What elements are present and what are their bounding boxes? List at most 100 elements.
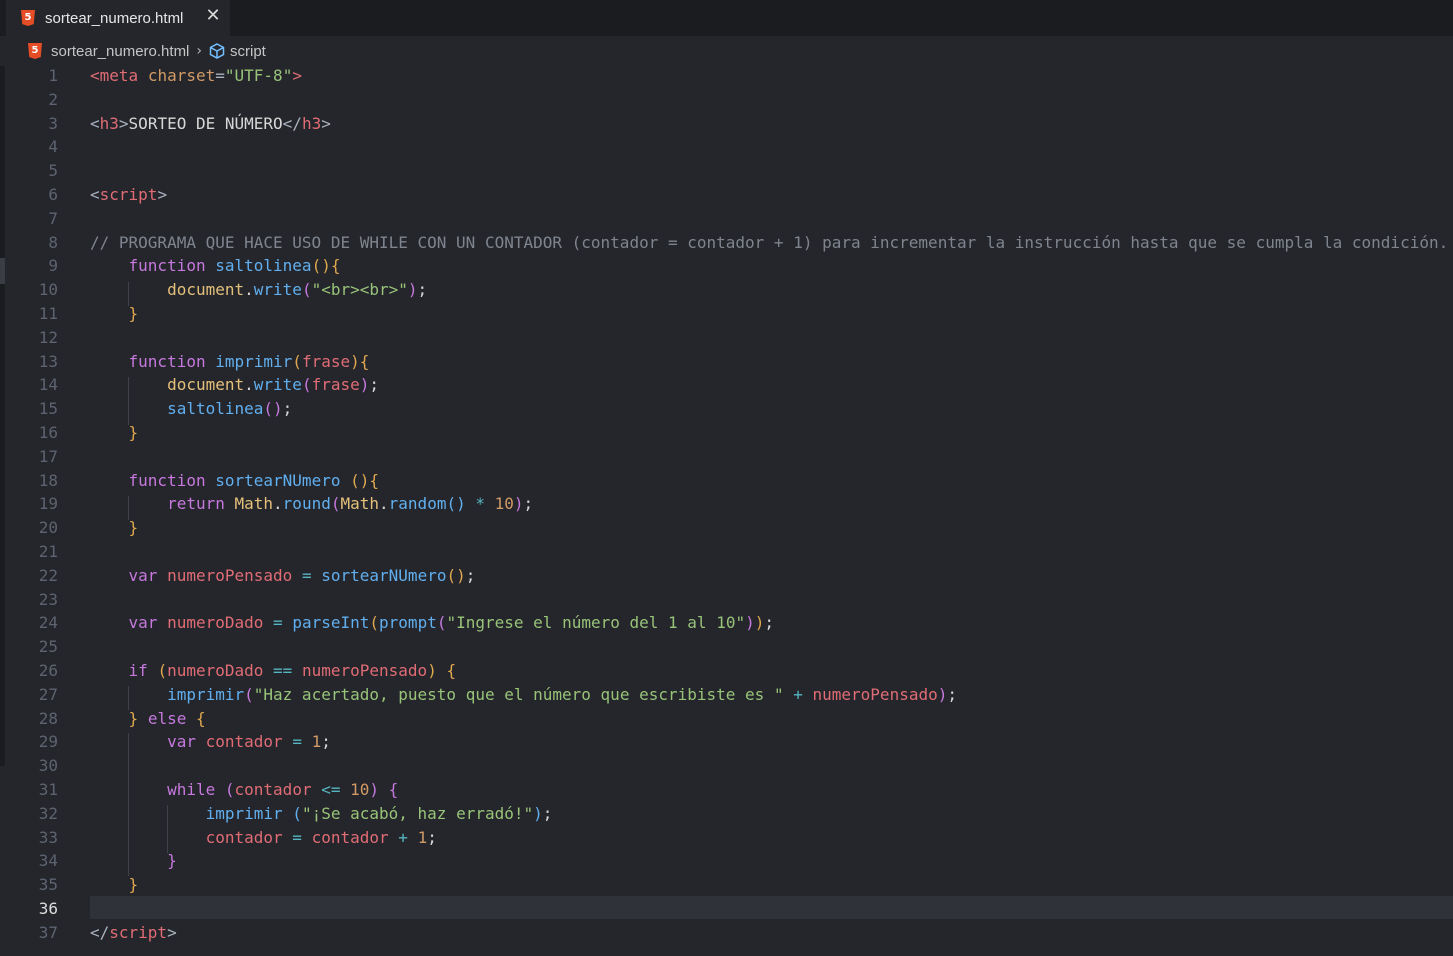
code-line[interactable]: 27 imprimir("Haz acertado, puesto que el… — [0, 683, 1453, 707]
code-line[interactable]: 9 function saltolinea(){ — [0, 254, 1453, 278]
code-line[interactable]: 6 <script> — [0, 183, 1453, 207]
code-text: } — [90, 873, 139, 897]
code-line[interactable]: 28 } else { — [0, 707, 1453, 731]
code-token: { — [369, 470, 380, 490]
code-token: < — [90, 66, 100, 85]
line-number: 36 — [38, 899, 58, 918]
code-line[interactable]: 1 <meta charset="UTF-8"> — [0, 64, 1453, 88]
code-line[interactable]: 15 saltolinea(); — [0, 397, 1453, 421]
code-token: > — [321, 113, 331, 133]
code-token: h3 — [99, 113, 119, 133]
code-line[interactable]: 25 — [0, 635, 1453, 659]
code-line[interactable]: 17 — [0, 445, 1453, 469]
code-token: sortearNUmero — [215, 470, 341, 490]
code-line[interactable]: 18 function sortearNUmero (){ — [0, 469, 1453, 493]
tab-sortear-numero[interactable]: 5 sortear_numero.html ✕ — [6, 0, 230, 36]
code-line[interactable]: 10 document.write("<br><br>"); — [0, 278, 1453, 302]
indent-guide — [128, 686, 129, 710]
html5-file-icon: 5 — [28, 43, 42, 59]
code-token: > — [167, 922, 177, 942]
code-token: write — [253, 280, 302, 300]
code-line[interactable]: 22 var numeroPensado = sortearNUmero(); — [0, 564, 1453, 588]
code-text: imprimir ("¡Se acabó, haz erradó!"); — [90, 802, 553, 826]
close-icon[interactable]: ✕ — [202, 4, 224, 28]
code-text: contador = contador + 1; — [90, 826, 437, 850]
line-number: 17 — [38, 446, 58, 466]
code-token: "Haz acertado, puesto que el número que … — [253, 684, 784, 704]
code-token: imprimir — [205, 803, 283, 823]
code-token: imprimir — [215, 351, 293, 371]
code-token: document — [167, 280, 245, 300]
code-token: imprimir — [167, 684, 245, 704]
line-number: 29 — [38, 732, 58, 752]
code-token: ) — [513, 494, 524, 514]
code-line[interactable]: 36 — [0, 897, 1453, 921]
breadcrumb-file[interactable]: sortear_numero.html — [51, 43, 189, 60]
code-token: function — [128, 470, 206, 490]
code-token: contador — [234, 780, 312, 799]
code-line[interactable]: 31 while (contador <= 10) { — [0, 778, 1453, 802]
code-text: if (numeroDado == numeroPensado) { — [90, 659, 457, 683]
code-text: } — [90, 421, 139, 445]
code-line[interactable]: 26 if (numeroDado == numeroPensado) { — [0, 659, 1453, 683]
line-number: 31 — [38, 780, 58, 799]
line-number: 34 — [38, 851, 58, 871]
code-token: <= — [321, 780, 341, 799]
line-number: 15 — [38, 399, 58, 419]
code-line[interactable]: 5 — [0, 159, 1453, 183]
code-line[interactable]: 11 } — [0, 302, 1453, 326]
code-line[interactable]: 7 — [0, 207, 1453, 231]
code-line[interactable]: 14 document.write(frase); — [0, 373, 1453, 397]
code-token: document — [167, 375, 245, 395]
code-token: else — [147, 708, 187, 728]
code-line[interactable]: 23 — [0, 588, 1453, 612]
code-token: ) — [359, 375, 370, 395]
line-number: 19 — [38, 494, 58, 514]
code-line[interactable]: 4 — [0, 135, 1453, 159]
code-token: ( — [292, 351, 302, 371]
code-text: document.write("<br><br>"); — [90, 278, 427, 302]
code-text: var numeroPensado = sortearNUmero(); — [90, 564, 476, 588]
code-line[interactable]: 33 contador = contador + 1; — [0, 826, 1453, 850]
code-text: return Math.round(Math.random() * 10); — [90, 492, 533, 516]
code-token: saltolinea — [167, 399, 264, 419]
code-line[interactable]: 8 // PROGRAMA QUE HACE USO DE WHILE CON U… — [0, 231, 1453, 255]
line-number: 23 — [38, 589, 58, 609]
code-line[interactable]: 13 function imprimir(frase){ — [0, 350, 1453, 374]
code-line[interactable]: 24 var numeroDado = parseInt(prompt("Ing… — [0, 611, 1453, 635]
code-text: } — [90, 302, 139, 326]
code-token: ; — [417, 280, 428, 300]
code-line[interactable]: 19 return Math.round(Math.random() * 10)… — [0, 492, 1453, 516]
breadcrumb-symbol[interactable]: script — [230, 43, 266, 60]
code-line[interactable]: 2 — [0, 88, 1453, 112]
code-line[interactable]: 16 } — [0, 421, 1453, 445]
code-token: frase — [311, 375, 360, 395]
code-token: Math — [234, 494, 274, 514]
code-line[interactable]: 20 } — [0, 516, 1453, 540]
code-line[interactable]: 12 — [0, 326, 1453, 350]
code-line[interactable]: 30 — [0, 754, 1453, 778]
code-line[interactable]: 21 — [0, 540, 1453, 564]
code-line[interactable]: 3 <h3>SORTEO DE NÚMERO</h3> — [0, 112, 1453, 136]
line-number: 33 — [38, 827, 58, 847]
code-line[interactable]: 29 var contador = 1; — [0, 730, 1453, 754]
code-line[interactable]: 34 } — [0, 849, 1453, 873]
code-line[interactable]: 35 } — [0, 873, 1453, 897]
line-number: 35 — [38, 875, 58, 895]
code-line[interactable]: 37 </script> — [0, 921, 1453, 945]
code-line[interactable]: 32 imprimir ("¡Se acabó, haz erradó!"); — [0, 802, 1453, 826]
